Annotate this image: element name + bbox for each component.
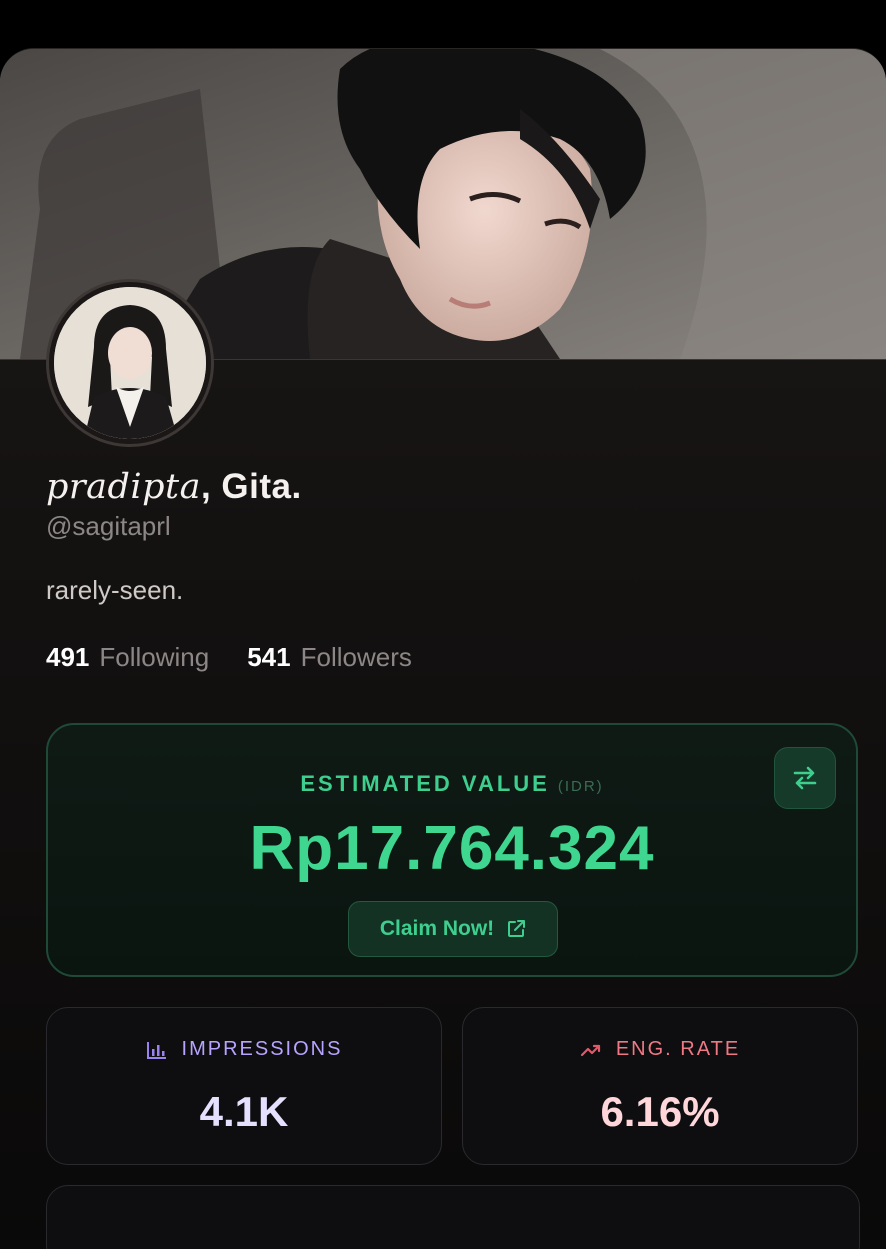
engagement-rate-header: ENG. RATE	[463, 1038, 857, 1061]
impressions-card: IMPRESSIONS 4.1K	[46, 1007, 442, 1165]
following-label: Following	[99, 642, 210, 672]
swap-arrows-icon	[793, 766, 817, 790]
claim-now-button[interactable]: Claim Now!	[348, 901, 558, 957]
impressions-header: IMPRESSIONS	[47, 1038, 441, 1061]
engagement-rate-label: ENG. RATE	[615, 1038, 741, 1060]
claim-now-label: Claim Now!	[379, 917, 495, 940]
display-name-rest: , Gita.	[200, 467, 302, 506]
impressions-label: IMPRESSIONS	[181, 1038, 343, 1060]
followers-stat[interactable]: 541 Followers	[247, 642, 412, 673]
external-link-icon	[508, 920, 526, 937]
estimated-value-card: ESTIMATED VALUE (IDR) Rp17.764.324 Claim …	[46, 723, 858, 977]
engagement-rate-value: 6.16%	[600, 1088, 720, 1135]
following-count: 491	[46, 642, 90, 672]
followers-count: 541	[247, 642, 291, 672]
estimated-value-amount: Rp17.764.324	[249, 814, 655, 883]
follow-stats: 491 Following 541 Followers	[46, 642, 412, 673]
bar-chart-icon	[146, 1041, 166, 1059]
impressions-value: 4.1K	[199, 1088, 289, 1135]
display-name-italic: pradipta	[46, 467, 201, 507]
following-stat[interactable]: 491 Following	[46, 642, 209, 673]
bio-text: rarely-seen.	[46, 575, 184, 605]
estimated-value-title: ESTIMATED VALUE (IDR)	[48, 771, 856, 797]
currency-swap-button[interactable]	[774, 747, 836, 809]
next-card-partial	[46, 1185, 860, 1249]
estimated-value-label: ESTIMATED VALUE	[300, 771, 550, 796]
engagement-rate-card: ENG. RATE 6.16%	[462, 1007, 858, 1165]
avatar[interactable]	[46, 279, 214, 447]
trending-up-icon	[580, 1044, 600, 1056]
currency-label: (IDR)	[557, 778, 604, 795]
display-name: pradipta, Gita.	[46, 467, 302, 507]
avatar-photo	[54, 287, 206, 439]
profile-card: pradipta, Gita. @sagitaprl rarely-seen. …	[0, 48, 886, 1249]
username-handle: @sagitaprl	[46, 511, 171, 541]
followers-label: Followers	[300, 642, 412, 672]
